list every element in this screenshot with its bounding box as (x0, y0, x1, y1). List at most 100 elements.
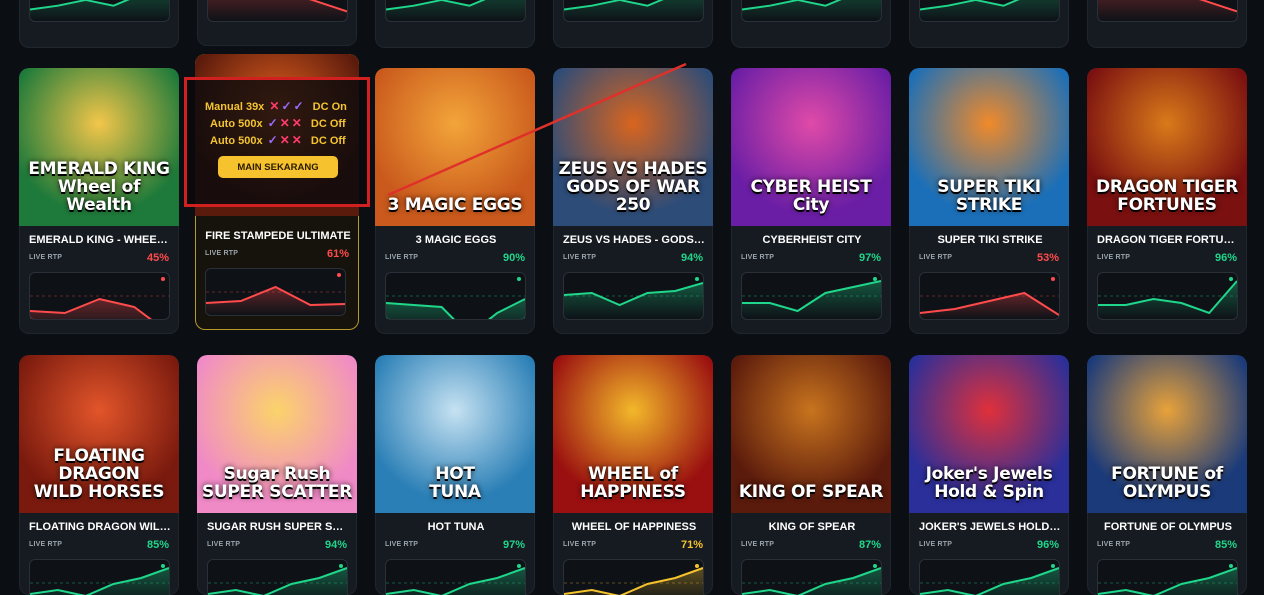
rtp-chart (205, 268, 346, 316)
rtp-percent: 90% (502, 252, 525, 264)
rtp-percent: 85% (1214, 539, 1237, 551)
game-art-title: FLOATING DRAGON WILD HORSES (33, 446, 165, 502)
rtp-chart (29, 559, 170, 595)
rtp-chart (919, 272, 1060, 320)
game-thumbnail[interactable]: Joker's Jewels Hold & Spin (909, 355, 1069, 513)
game-card[interactable] (375, 0, 535, 48)
game-card[interactable]: Joker's Jewels Hold & Spin JOKER'S JEWELS… (909, 355, 1069, 595)
game-art-title: HOT TUNA (429, 464, 481, 502)
game-thumbnail[interactable]: 3 MAGIC EGGS (375, 68, 535, 226)
live-rtp-label: LIVE RTP (207, 541, 241, 548)
rtp-sparkline (564, 564, 703, 595)
game-card[interactable]: WHEEL of HAPPINESS WHEEL OF HAPPINESS LIVE… (553, 355, 713, 595)
game-card[interactable]: CYBER HEIST City CYBERHEIST CITY LIVE RTP 9… (731, 68, 891, 334)
sparkline-area (1098, 0, 1237, 21)
live-rtp-label: LIVE RTP (385, 254, 419, 261)
rtp-chart (207, 0, 348, 22)
game-card[interactable]: SUPER TIKI STRIKE SUPER TIKI STRIKE LIVE R… (909, 68, 1069, 334)
overlay-dc-text: DC Off (310, 135, 346, 147)
game-art-title: KING OF SPEAR (738, 482, 884, 502)
game-card[interactable]: Sugar Rush SUPER SCATTER SUGAR RUSH SUPER… (197, 355, 357, 595)
live-rtp-label: LIVE RTP (205, 250, 239, 257)
game-thumbnail[interactable]: DRAGON TIGER FORTUNES (1087, 68, 1247, 226)
rtp-chart (29, 0, 170, 22)
rtp-chart (207, 559, 348, 595)
game-name: EMERALD KING - WHEEL ... (29, 234, 171, 246)
game-name: JOKER'S JEWELS HOLD ... (919, 521, 1061, 533)
game-card[interactable]: KING OF SPEAR KING OF SPEAR LIVE RTP 87% (731, 355, 891, 595)
sparkline-dot (695, 564, 699, 568)
game-name: FLOATING DRAGON WILD... (29, 521, 171, 533)
game-thumbnail[interactable]: WHEEL of HAPPINESS (553, 355, 713, 513)
game-art-title: EMERALD KING Wheel of Wealth (28, 159, 170, 215)
game-card[interactable] (909, 0, 1069, 48)
game-card[interactable] (553, 0, 713, 48)
cross-icon: ✕ (269, 99, 280, 113)
rtp-percent: 45% (146, 252, 169, 264)
rtp-chart (563, 559, 704, 595)
live-rtp-label: LIVE RTP (563, 541, 597, 548)
game-thumbnail[interactable]: HOT TUNA (375, 355, 535, 513)
cross-icon: ✕ (279, 116, 290, 130)
game-card[interactable]: FLOATING DRAGON WILD HORSES FLOATING DRAG… (19, 355, 179, 595)
live-rtp-label: LIVE RTP (741, 254, 775, 261)
game-card[interactable]: 3 MAGIC EGGS 3 MAGIC EGGS LIVE RTP 90% (375, 68, 535, 334)
check-icon: ✓ (281, 99, 292, 113)
sparkline-dot (873, 277, 877, 281)
rtp-sparkline (920, 564, 1059, 595)
rtp-sparkline (208, 564, 347, 595)
game-thumbnail[interactable]: ZEUS VS HADES GODS OF WAR 250 (553, 68, 713, 226)
rtp-chart (919, 0, 1060, 22)
overlay-dc-text: DC On (312, 101, 347, 113)
game-thumbnail[interactable]: KING OF SPEAR (731, 355, 891, 513)
game-thumbnail[interactable]: EMERALD KING Wheel of Wealth (19, 68, 179, 226)
game-card[interactable]: FORTUNE of OLYMPUS FORTUNE OF OLYMPUS LIVE… (1087, 355, 1247, 595)
rtp-chart (741, 0, 882, 22)
game-thumbnail[interactable]: FLOATING DRAGON WILD HORSES (19, 355, 179, 513)
game-card[interactable] (1087, 0, 1247, 48)
sparkline-dot (873, 564, 877, 568)
game-art-title: FORTUNE of OLYMPUS (1111, 464, 1223, 502)
overlay-dc-text: DC Off (310, 118, 346, 130)
game-art-title: DRAGON TIGER FORTUNES (1096, 177, 1238, 215)
overlay-row: Manual 39x ✕ ✓ ✓ DC On (205, 99, 347, 113)
game-thumbnail[interactable]: Sugar Rush SUPER SCATTER (197, 355, 357, 513)
game-card[interactable]: EMERALD KING Wheel of Wealth EMERALD KING… (19, 68, 179, 334)
rtp-chart (385, 559, 526, 595)
game-name: KING OF SPEAR (768, 521, 856, 533)
game-card[interactable] (19, 0, 179, 48)
rtp-percent: 94% (680, 252, 703, 264)
featured-hover-overlay: Manual 39x ✕ ✓ ✓ DC On Auto 500x ✓ ✕ ✕ DC Of… (184, 77, 370, 207)
overlay-mode-text: Auto 500x (210, 135, 263, 147)
game-card[interactable]: ZEUS VS HADES GODS OF WAR 250 ZEUS VS HAD… (553, 68, 713, 334)
cross-icon: ✕ (291, 116, 302, 130)
game-card[interactable] (731, 0, 891, 48)
game-name: DRAGON TIGER FORTUNES (1097, 234, 1239, 246)
live-rtp-label: LIVE RTP (919, 254, 953, 261)
game-thumbnail[interactable]: SUPER TIKI STRIKE (909, 68, 1069, 226)
rtp-chart (563, 272, 704, 320)
game-thumbnail[interactable]: CYBER HEIST City (731, 68, 891, 226)
sparkline-dot (1229, 564, 1233, 568)
game-card[interactable]: DRAGON TIGER FORTUNES DRAGON TIGER FORTUN… (1087, 68, 1247, 334)
game-name: WHEEL OF HAPPINESS (571, 521, 697, 533)
rtp-sparkline (206, 273, 345, 315)
game-card[interactable] (197, 0, 357, 46)
game-card[interactable]: HOT TUNA HOT TUNA LIVE RTP 97% (375, 355, 535, 595)
game-thumbnail[interactable]: FORTUNE of OLYMPUS (1087, 355, 1247, 513)
rtp-percent: 71% (680, 539, 703, 551)
rtp-percent: 96% (1214, 252, 1237, 264)
game-art-title: Sugar Rush SUPER SCATTER (201, 464, 353, 502)
rtp-sparkline (920, 0, 1059, 21)
overlay-mode-text: Auto 500x (210, 118, 263, 130)
sparkline-dot (339, 564, 343, 568)
game-art-title: WHEEL of HAPPINESS (580, 464, 686, 502)
rtp-percent: 97% (502, 539, 525, 551)
rtp-chart (919, 559, 1060, 595)
game-art-title: SUPER TIKI STRIKE (937, 177, 1041, 215)
rtp-sparkline (742, 0, 881, 21)
main-sekarang-button[interactable]: MAIN SEKARANG (218, 156, 338, 178)
sparkline-dot (517, 277, 521, 281)
live-rtp-label: LIVE RTP (385, 541, 419, 548)
cross-icon: ✕ (291, 133, 302, 147)
